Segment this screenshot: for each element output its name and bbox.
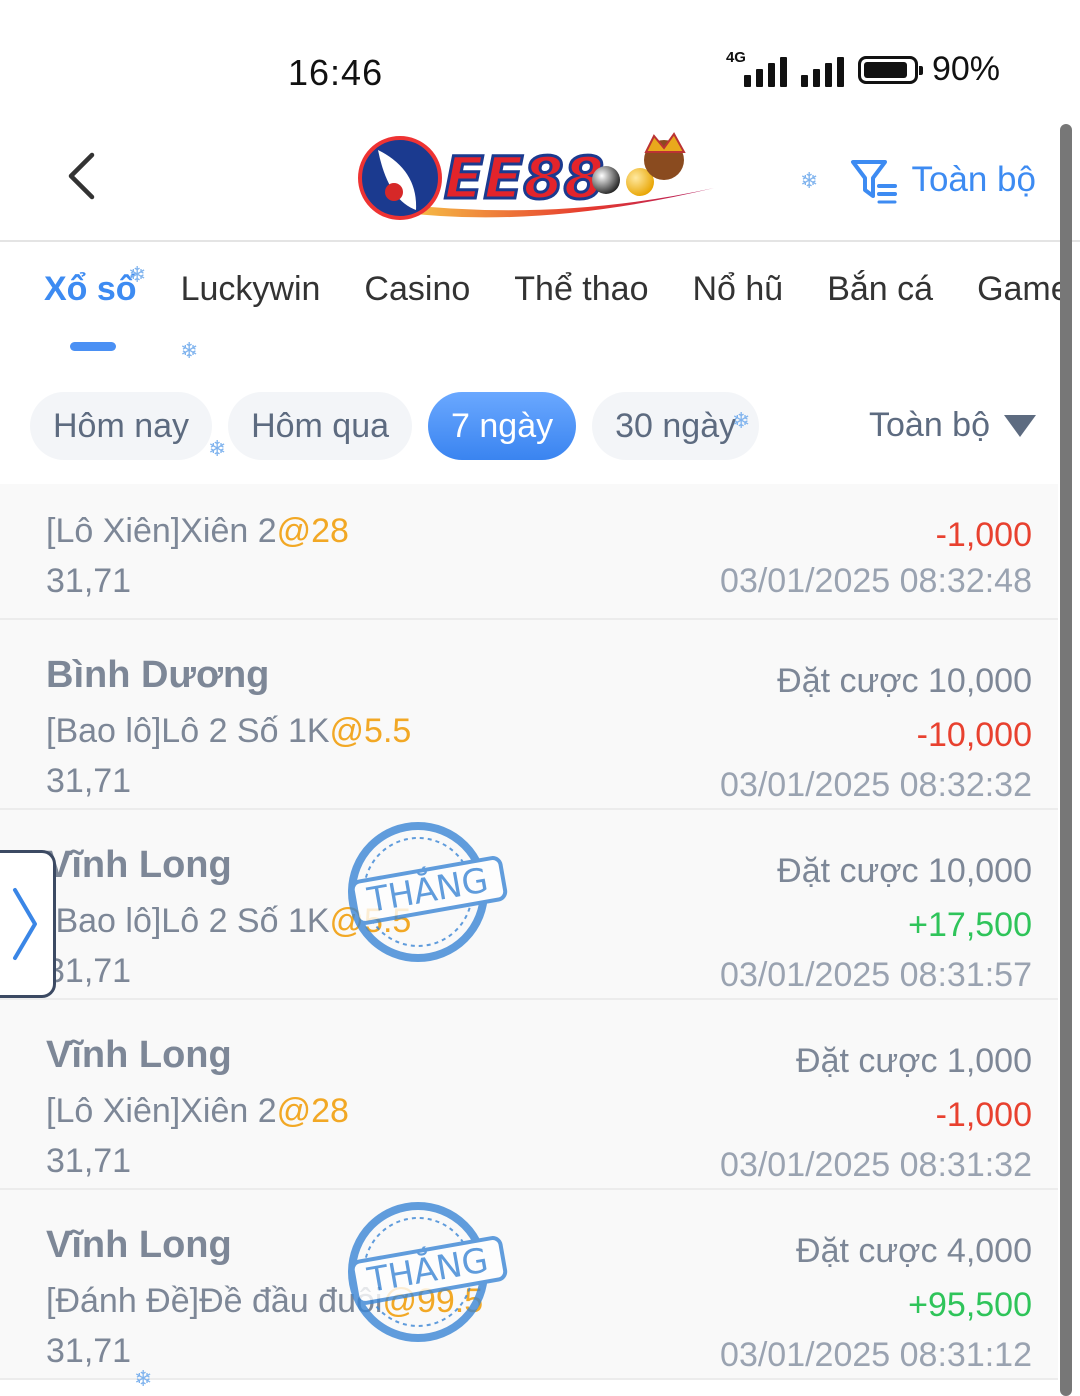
snowflake-icon: ❄ (134, 1366, 153, 1391)
bet-time: 03/01/2025 08:31:57 (720, 956, 1032, 994)
snowflake-icon: ❄ (732, 408, 751, 433)
bet-time: 03/01/2025 08:32:48 (720, 562, 1032, 600)
bet-odds: @5.5 (329, 712, 412, 750)
bet-record[interactable]: Vĩnh Long [Bao lô]Lô 2 Số 1K@5.5 31,71 Đ… (0, 810, 1058, 1000)
side-panel-handle[interactable] (0, 850, 56, 998)
scope-dropdown[interactable]: Toàn bộ (869, 406, 1036, 445)
bet-type: [Lô Xiên]Xiên 2@28 (46, 1092, 349, 1130)
bet-result-amount: -1,000 (935, 1096, 1032, 1134)
pill-7-days[interactable]: 7 ngày (428, 392, 577, 460)
category-tabs: Xổ số Luckywin Casino Thể thao Nổ hũ Bắn… (44, 270, 1070, 309)
bet-type: [Lô Xiên]Xiên 2@28 (46, 512, 349, 550)
status-icons: 4G 90% (726, 49, 1000, 89)
caret-down-icon (1004, 414, 1036, 437)
tab-game[interactable]: Game (977, 270, 1070, 309)
tab-luckywin[interactable]: Luckywin (181, 270, 321, 309)
bet-stake: Đặt cược 10,000 (777, 852, 1032, 890)
tab-ban-ca[interactable]: Bắn cá (827, 270, 933, 309)
snowflake-icon: ❄ (180, 338, 199, 363)
pill-today[interactable]: Hôm nay (30, 392, 213, 460)
chevron-left-icon (68, 152, 95, 200)
signal-4g-icon: 4G (726, 49, 787, 87)
network-type: 4G (725, 48, 746, 66)
pill-yesterday[interactable]: Hôm qua (228, 392, 413, 460)
snowflake-icon: ❄ (128, 262, 147, 287)
snowflake-icon: ❄ (208, 436, 227, 461)
tab-no-hu[interactable]: Nổ hũ (692, 270, 783, 309)
status-bar: 16:46 4G 90% (0, 0, 1080, 120)
bet-result-amount: -10,000 (916, 716, 1032, 754)
ee88-logo: EE88 (358, 132, 714, 220)
tab-the-thao[interactable]: Thể thao (514, 270, 648, 309)
filter-label: Toàn bộ (911, 160, 1036, 199)
bet-stake: Đặt cược 10,000 (777, 662, 1032, 700)
tab-xo-so[interactable]: Xổ số (44, 270, 137, 309)
bet-record[interactable]: Vĩnh Long [Lô Xiên]Xiên 2@28 31,71 Đặt c… (0, 1000, 1058, 1190)
bet-numbers: 31,71 (46, 952, 132, 990)
bet-numbers: 31,71 (46, 1332, 132, 1370)
win-stamp-icon: THẮNG (348, 822, 508, 962)
bet-history-list: [Lô Xiên]Xiên 2@28 31,71 -1,000 03/01/20… (0, 484, 1058, 1380)
signal-icon (800, 53, 844, 87)
lottery-region: Vĩnh Long (46, 844, 232, 886)
filter-icon (851, 160, 898, 204)
bet-result-amount: -1,000 (935, 516, 1032, 554)
back-button[interactable] (56, 148, 106, 204)
tab-casino[interactable]: Casino (364, 270, 470, 309)
lottery-region: Vĩnh Long (46, 1034, 232, 1076)
bet-record[interactable]: [Lô Xiên]Xiên 2@28 31,71 -1,000 03/01/20… (0, 484, 1058, 620)
app-header: EE88 Toàn bộ (0, 120, 1080, 242)
snowflake-icon: ❄ (800, 168, 819, 193)
date-filter-pills: Hôm nay Hôm qua 7 ngày 30 ngày (30, 392, 760, 460)
battery-percent: 90% (931, 50, 1000, 88)
win-stamp-icon: THẮNG (348, 1202, 508, 1342)
bet-numbers: 31,71 (46, 562, 132, 600)
logo-text: EE88 (444, 144, 604, 212)
bet-odds: @28 (276, 1092, 349, 1130)
scrollbar[interactable] (1060, 124, 1072, 1396)
bet-type: [Bao lô]Lô 2 Số 1K@5.5 (46, 712, 412, 750)
bet-stake: Đặt cược 1,000 (796, 1042, 1032, 1080)
filter-button[interactable]: Toàn bộ (849, 156, 1036, 204)
lottery-region: Vĩnh Long (46, 1224, 232, 1266)
battery-icon (857, 55, 923, 84)
chevron-right-icon (13, 888, 37, 960)
bet-time: 03/01/2025 08:31:12 (720, 1336, 1032, 1374)
bet-result-amount: +17,500 (908, 906, 1032, 944)
bet-record[interactable]: Bình Dương [Bao lô]Lô 2 Số 1K@5.5 31,71 … (0, 620, 1058, 810)
bet-stake: Đặt cược 4,000 (796, 1232, 1032, 1270)
active-tab-indicator (70, 342, 116, 351)
clock: 16:46 (288, 52, 384, 93)
bet-numbers: 31,71 (46, 1142, 132, 1180)
bet-numbers: 31,71 (46, 762, 132, 800)
bet-record[interactable]: Vĩnh Long [Đánh Đề]Đề đầu đuôi@99.5 31,7… (0, 1190, 1058, 1380)
scope-dropdown-value: Toàn bộ (869, 406, 990, 444)
lottery-region: Bình Dương (46, 654, 270, 696)
battery-fill (863, 61, 908, 78)
bet-result-amount: +95,500 (908, 1286, 1032, 1324)
bet-time: 03/01/2025 08:32:32 (720, 766, 1032, 804)
bet-odds: @28 (276, 512, 349, 550)
bet-time: 03/01/2025 08:31:32 (720, 1146, 1032, 1184)
